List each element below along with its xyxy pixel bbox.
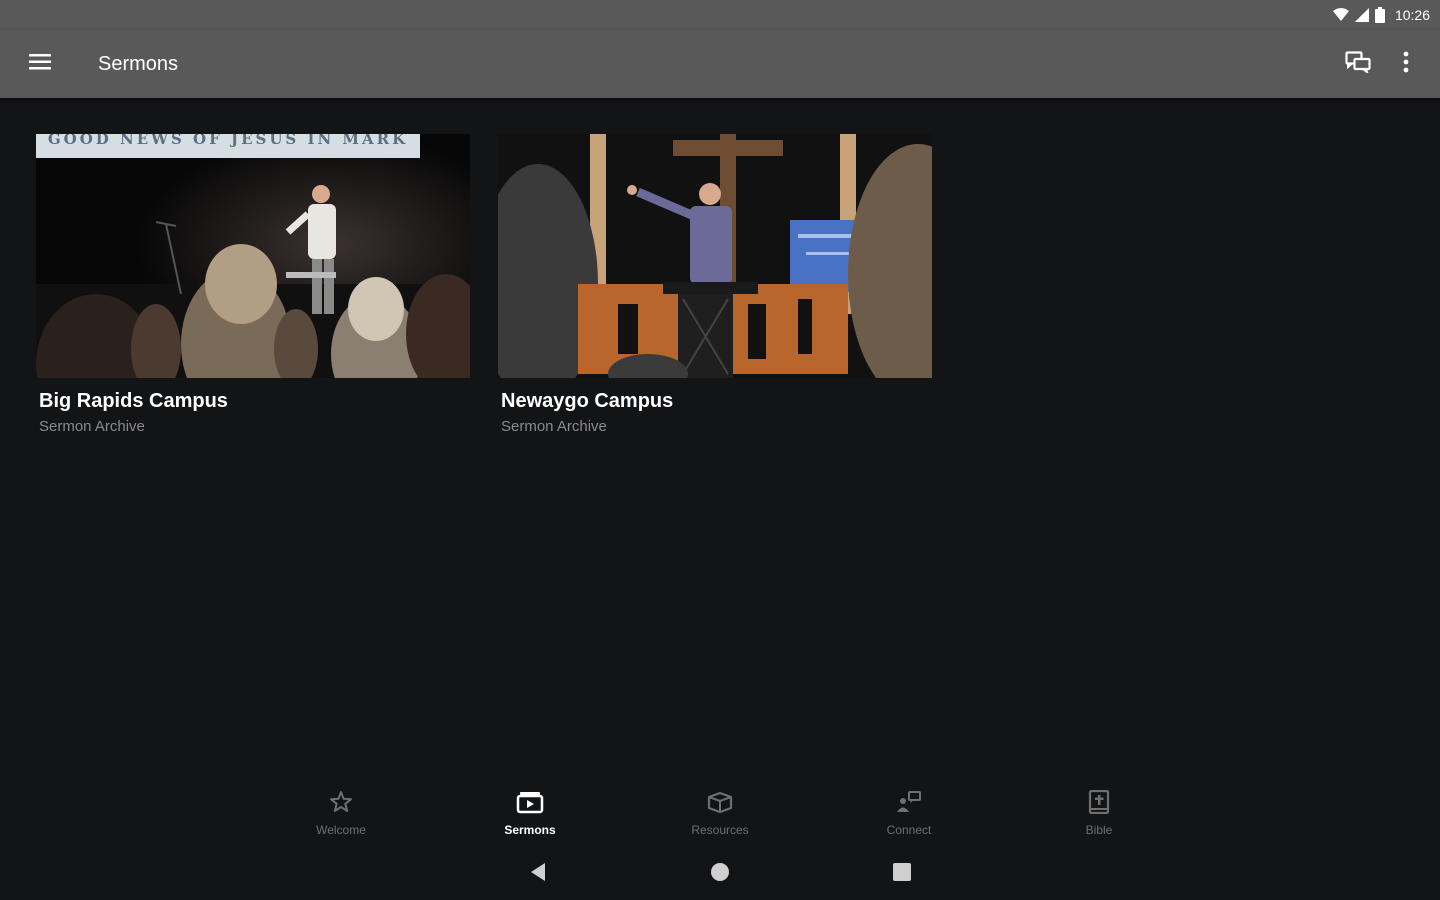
back-icon [529,862,547,887]
status-bar: 10:26 [0,0,1440,30]
nav-item-resources[interactable]: Resources [660,790,780,844]
hamburger-menu-icon [29,53,51,76]
status-time: 10:26 [1394,7,1430,23]
connect-icon [895,790,923,819]
campus-thumbnail: GOOD NEWS OF JESUS IN MARK [36,134,470,378]
wifi-icon [1332,8,1349,22]
nav-item-welcome[interactable]: Welcome [281,790,401,844]
nav-label: Sermons [504,823,556,837]
menu-button[interactable] [0,30,80,98]
chat-button[interactable] [1334,30,1382,98]
home-icon [710,862,730,887]
page-title: Sermons [98,52,179,75]
nav-item-sermons[interactable]: Sermons [470,790,590,844]
home-button[interactable] [706,860,734,888]
nav-item-connect[interactable]: Connect [849,790,969,844]
more-vert-icon [1403,51,1409,78]
campus-card-newaygo[interactable]: Newaygo Campus Sermon Archive [498,134,932,435]
bible-icon [1087,789,1111,819]
app-bar: Sermons [0,30,1440,98]
sermon-list: GOOD NEWS OF JESUS IN MARK Big Rapids Ca… [0,98,1440,778]
recents-button[interactable] [888,860,916,888]
nav-label: Welcome [316,823,366,837]
campus-title: Big Rapids Campus [39,390,228,412]
nav-item-bible[interactable]: Bible [1039,789,1159,844]
campus-subtitle: Sermon Archive [501,418,607,435]
system-navigation [0,846,1440,900]
bottom-navigation: Welcome Sermons Resources Connect Bible [0,780,1440,844]
campus-subtitle: Sermon Archive [39,418,145,435]
campus-title: Newaygo Campus [501,390,674,412]
more-options-button[interactable] [1382,30,1430,98]
campus-card-big-rapids[interactable]: GOOD NEWS OF JESUS IN MARK Big Rapids Ca… [36,134,470,435]
signal-icon [1354,8,1369,22]
battery-icon [1374,7,1385,23]
nav-label: Connect [886,823,932,837]
back-button[interactable] [524,860,552,888]
campus-thumbnail [498,134,932,378]
banner-text: GOOD NEWS OF JESUS IN MARK [48,134,408,148]
box-icon [706,790,734,819]
recents-icon [892,862,912,887]
chat-icon [1345,50,1371,78]
sermon-video-icon [516,790,544,819]
star-icon [329,790,353,819]
nav-label: Resources [691,823,749,837]
nav-label: Bible [1085,823,1113,837]
